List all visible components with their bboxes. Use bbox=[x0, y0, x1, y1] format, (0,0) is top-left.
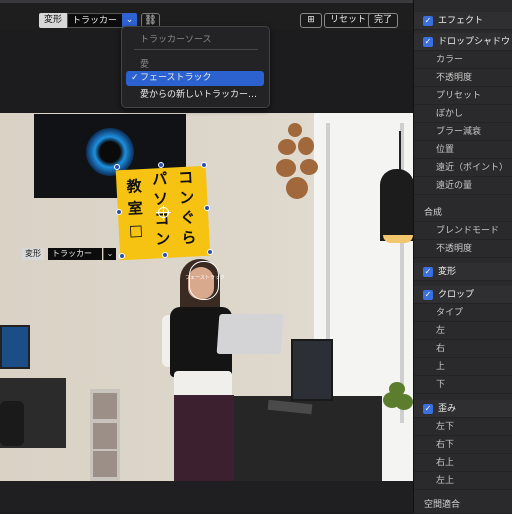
param-row[interactable]: ブラー減衰 bbox=[414, 123, 512, 141]
checkmark-icon: ✓ bbox=[131, 73, 139, 83]
drop-shadow-section[interactable]: ✓ ドロップシャドウ bbox=[414, 33, 512, 51]
distort-checkbox[interactable]: ✓ bbox=[423, 404, 433, 414]
transform-handle[interactable] bbox=[204, 205, 210, 211]
distort-section[interactable]: ✓ 歪み bbox=[414, 400, 512, 418]
transform-label: 変形 bbox=[438, 267, 457, 277]
param-row[interactable]: 左 bbox=[414, 322, 512, 340]
transform-mode-label[interactable]: 変形 bbox=[39, 13, 68, 28]
tracker-select[interactable]: トラッカー bbox=[67, 13, 123, 28]
face-tracking-box[interactable]: フェーストラック bbox=[185, 261, 225, 300]
transform-center-icon[interactable] bbox=[156, 205, 171, 220]
menu-header: トラッカーソース bbox=[140, 35, 212, 45]
param-row[interactable]: 遠近の量 bbox=[414, 177, 512, 195]
sign-char: パ bbox=[151, 169, 168, 189]
param-row[interactable]: ブレンドモード bbox=[414, 222, 512, 240]
done-button[interactable]: 完了 bbox=[368, 13, 399, 28]
sign-char: 室 bbox=[127, 199, 144, 218]
pendant-lamp bbox=[380, 131, 413, 243]
menu-item-face-track[interactable]: ✓ フェーストラック bbox=[126, 71, 264, 86]
sign-char: ら bbox=[180, 228, 197, 248]
drop-shadow-label: ドロップシャドウ bbox=[438, 37, 511, 47]
face-track-label: フェーストラック bbox=[185, 275, 225, 281]
param-row[interactable]: 上 bbox=[414, 358, 512, 376]
drop-shadow-checkbox[interactable]: ✓ bbox=[423, 37, 433, 47]
viewer-bottom-bar bbox=[0, 481, 413, 512]
laptop bbox=[216, 314, 284, 354]
transform-handle[interactable] bbox=[114, 164, 120, 170]
secondary-dropdown-arrow-icon[interactable]: ⌄ bbox=[103, 248, 116, 260]
param-row[interactable]: 右上 bbox=[414, 454, 512, 472]
secondary-tracker-select[interactable]: トラッカー bbox=[48, 248, 102, 260]
param-row[interactable]: カラー bbox=[414, 51, 512, 69]
inspector-panel: ✓ エフェクト ✓ ドロップシャドウ カラー 不透明度 プリセット ぼかし ブラ… bbox=[413, 0, 512, 514]
tracker-source-menu: トラッカーソース 愛 ✓ フェーストラック 愛からの新しいトラッカー… bbox=[121, 26, 270, 108]
sign-char: 教 bbox=[126, 177, 143, 196]
menu-item-label: フェーストラック bbox=[140, 73, 212, 83]
toolbar-top-strip bbox=[0, 0, 413, 3]
param-row[interactable]: 位置 bbox=[414, 141, 512, 159]
reset-button[interactable]: リセット bbox=[324, 13, 373, 28]
transform-handle[interactable] bbox=[162, 252, 168, 258]
transform-handle[interactable] bbox=[116, 209, 122, 215]
left-monitor bbox=[0, 325, 30, 369]
effects-label: エフェクト bbox=[438, 16, 484, 26]
menu-group-label: 愛 bbox=[140, 60, 150, 70]
param-row[interactable]: 右下 bbox=[414, 436, 512, 454]
display-icon: □ bbox=[128, 221, 144, 240]
param-row[interactable]: タイプ bbox=[414, 304, 512, 322]
menu-item-new-tracker[interactable]: 愛からの新しいトラッカー… bbox=[126, 88, 264, 103]
sign-char: コ bbox=[177, 168, 194, 188]
sign-char: ソ bbox=[152, 189, 169, 209]
sign-char: ン bbox=[154, 229, 171, 249]
transform-handle[interactable] bbox=[207, 249, 213, 255]
secondary-transform-label[interactable]: 変形 bbox=[22, 248, 44, 260]
crop-section[interactable]: ✓ クロップ bbox=[414, 286, 512, 304]
param-row[interactable]: プリセット bbox=[414, 87, 512, 105]
frame-icon[interactable]: ⊞ bbox=[300, 13, 322, 28]
param-row[interactable]: 右 bbox=[414, 340, 512, 358]
transform-section[interactable]: ✓ 変形 bbox=[414, 263, 512, 281]
param-row[interactable]: 不透明度 bbox=[414, 69, 512, 87]
crop-checkbox[interactable]: ✓ bbox=[423, 290, 433, 300]
param-row[interactable]: 遠近（ポイント） bbox=[414, 159, 512, 177]
sign-char: ン bbox=[178, 188, 195, 208]
param-row[interactable]: 不透明度 bbox=[414, 240, 512, 258]
transform-handle[interactable] bbox=[201, 162, 207, 168]
spatial-conform-section[interactable]: 空間適合 bbox=[414, 496, 512, 514]
transform-handle[interactable] bbox=[158, 162, 164, 168]
transform-handle[interactable] bbox=[119, 253, 125, 259]
effects-checkbox[interactable]: ✓ bbox=[423, 16, 433, 26]
office-chair bbox=[0, 401, 24, 446]
right-monitor bbox=[291, 339, 333, 401]
menu-separator bbox=[134, 49, 258, 50]
crop-label: クロップ bbox=[438, 290, 475, 300]
param-row[interactable]: 下 bbox=[414, 376, 512, 394]
distort-label: 歪み bbox=[438, 404, 457, 414]
sign-char: ぐ bbox=[179, 208, 196, 228]
param-row[interactable]: ぼかし bbox=[414, 105, 512, 123]
param-row[interactable]: 左下 bbox=[414, 418, 512, 436]
dried-flower-decoration bbox=[268, 115, 328, 210]
menu-item-label: 愛からの新しいトラッカー… bbox=[140, 90, 258, 100]
video-viewer[interactable]: フェーストラック コ ン パ ソ コ ン 教 室 ぐ ら □ bbox=[0, 113, 413, 481]
effects-section[interactable]: ✓ エフェクト bbox=[414, 12, 512, 30]
param-row[interactable]: 左上 bbox=[414, 472, 512, 490]
transform-checkbox[interactable]: ✓ bbox=[423, 267, 433, 277]
poster-stand bbox=[90, 389, 120, 481]
composite-section[interactable]: 合成 bbox=[414, 204, 512, 222]
potted-plant bbox=[383, 378, 413, 418]
